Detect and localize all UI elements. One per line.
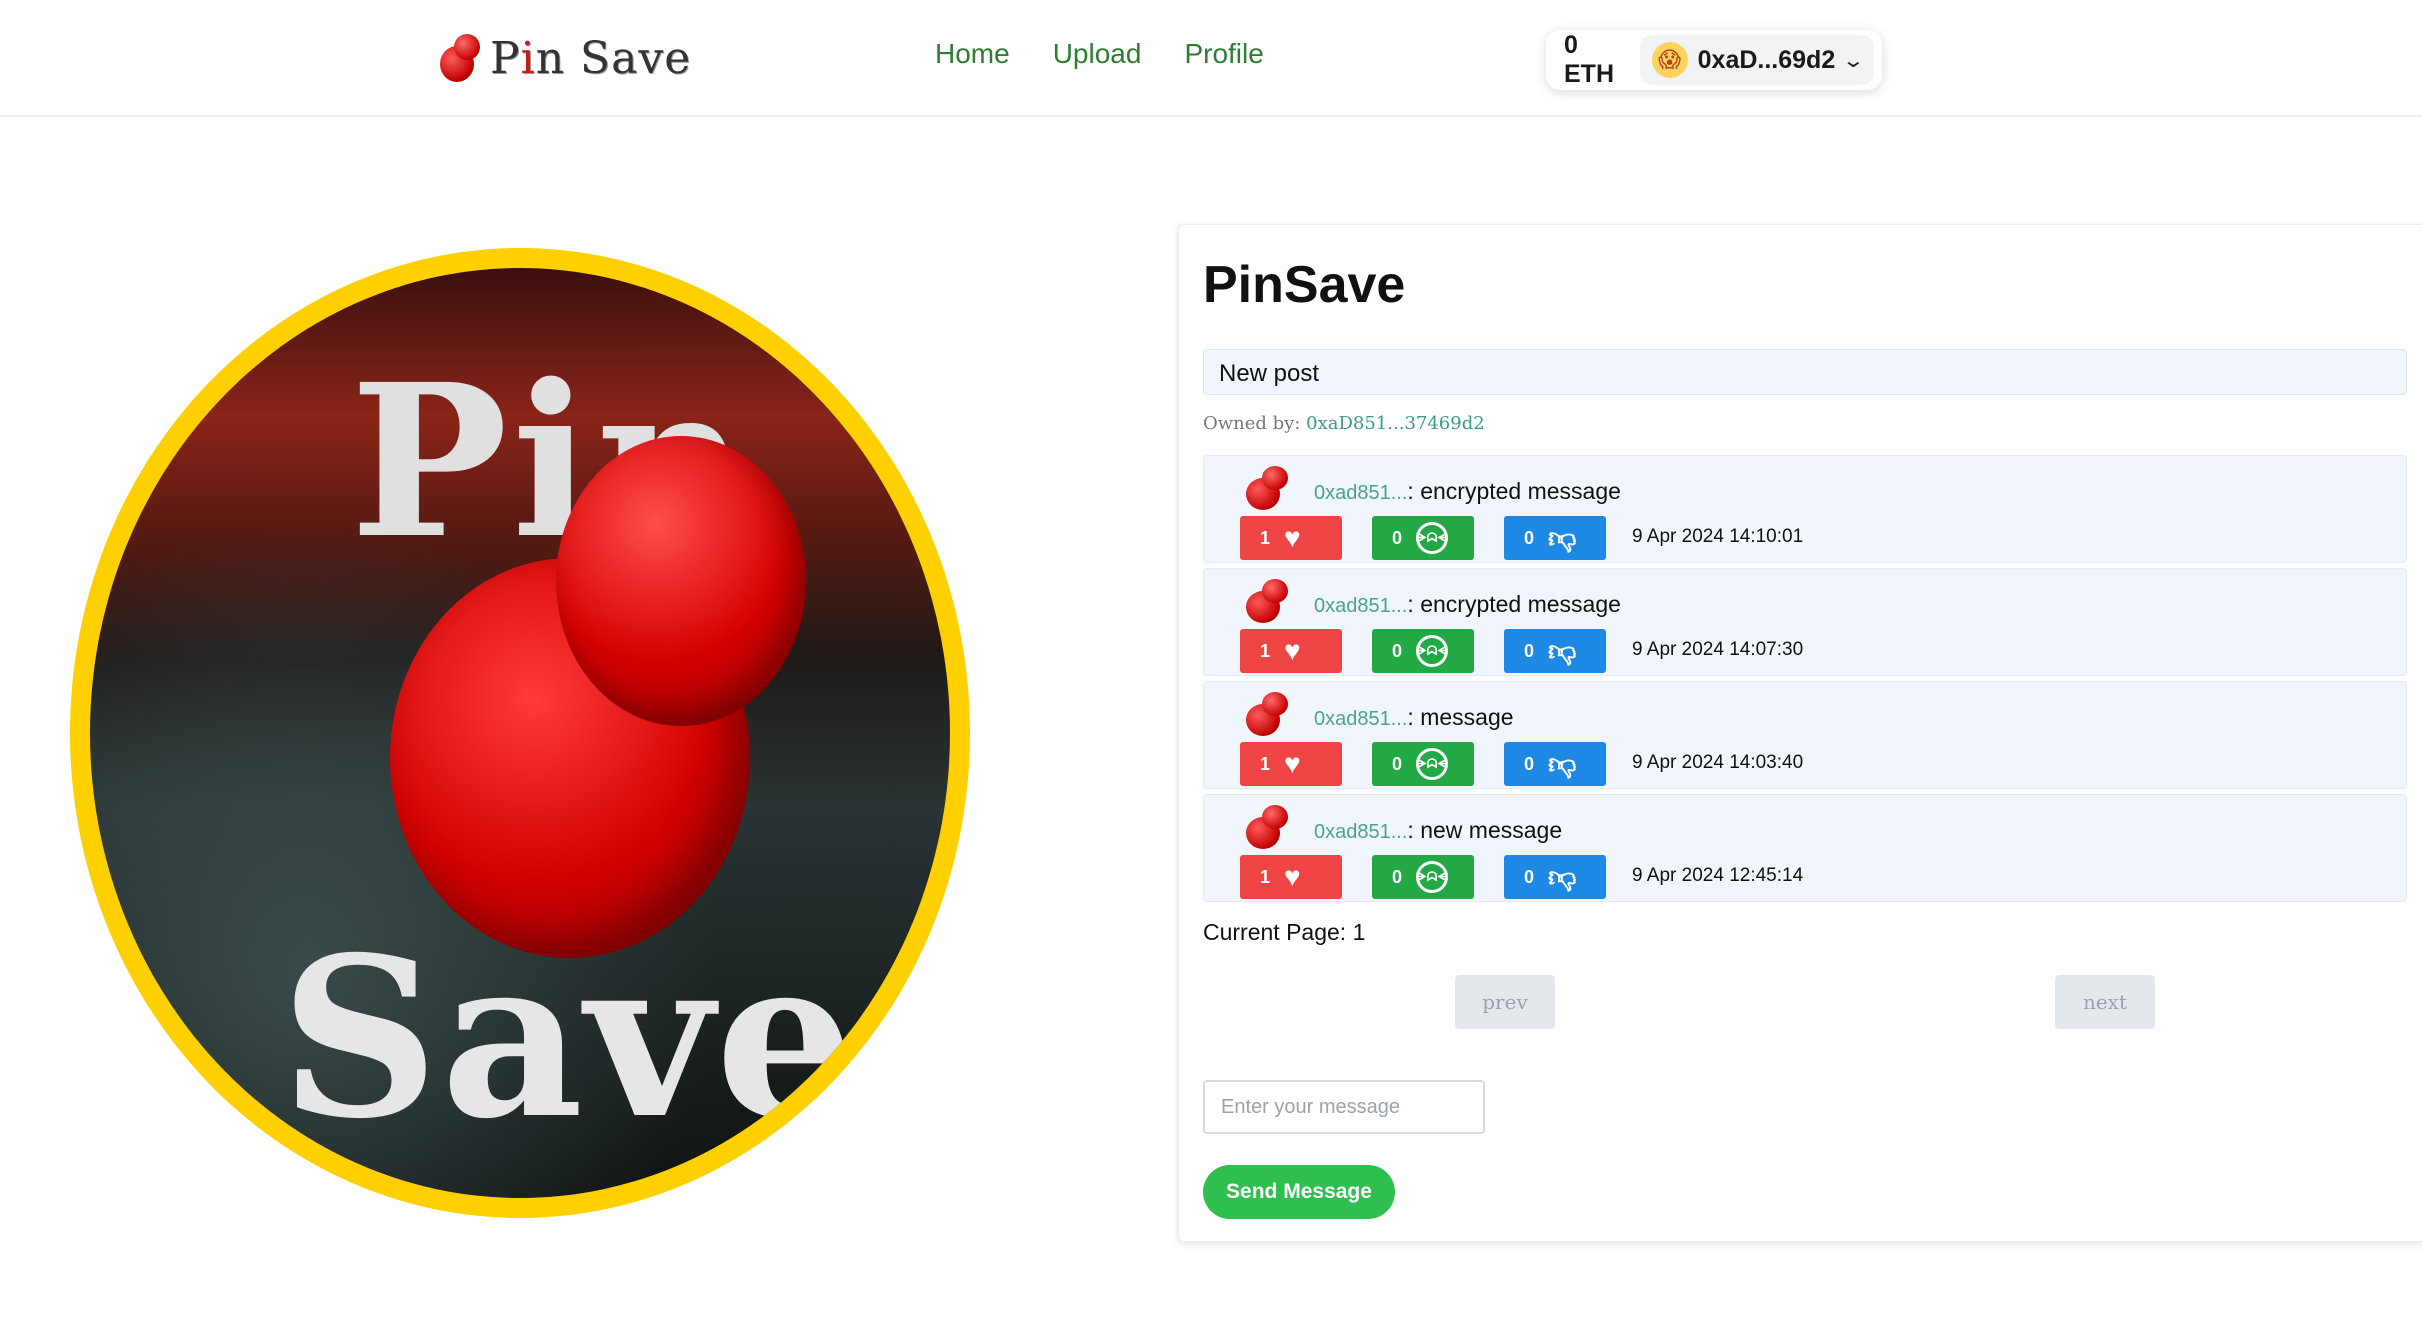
image-text-save: Save [280, 908, 858, 1167]
heart-icon: ♥ [1284, 635, 1301, 666]
wallet-connect-button[interactable]: 0 ETH 😱 0xaD...69d2 ⌄ [1546, 30, 1882, 90]
owner-address-link[interactable]: 0xaD851...37469d2 [1306, 413, 1485, 434]
message-body: : message [1407, 704, 1514, 730]
like-count: 1 [1260, 640, 1271, 661]
post-image: Pin Save [70, 248, 970, 1218]
like-count: 1 [1260, 866, 1271, 887]
image-content: Pin Save [90, 268, 950, 1198]
pushpin-logo-icon [440, 32, 484, 84]
message-item: 0xad851...: new message 1 ♥ 0 ᗒᗣᗕ 0 👎︎ 9 Ap… [1203, 794, 2407, 902]
dislike-count: 0 [1524, 753, 1535, 774]
laugh-button[interactable]: 0 ᗒᗣᗕ [1372, 855, 1474, 899]
pinsave-logo[interactable]: Pin Save [440, 28, 691, 88]
message-sender-link[interactable]: 0xad851... [1314, 595, 1407, 617]
message-sender-link[interactable]: 0xad851... [1314, 708, 1407, 730]
post-owner: Owned by: 0xaD851...37469d2 [1203, 413, 1485, 434]
like-count: 1 [1260, 753, 1271, 774]
message-text: 0xad851...: encrypted message [1314, 591, 1621, 618]
message-item: 0xad851...: encrypted message 1 ♥ 0 ᗒᗣᗕ 0 👎… [1203, 455, 2407, 563]
sender-avatar [1240, 575, 1294, 629]
logo-wordmark: Pin Save [490, 32, 692, 84]
sender-avatar [1240, 801, 1294, 855]
like-button[interactable]: 1 ♥ [1240, 742, 1342, 786]
dislike-button[interactable]: 0 👎︎ [1504, 629, 1606, 673]
heart-icon: ♥ [1284, 861, 1301, 892]
message-item: 0xad851...: message 1 ♥ 0 ᗒᗣᗕ 0 👎︎ 9 Apr 20… [1203, 681, 2407, 789]
post-description: New post [1203, 349, 2407, 395]
dislike-button[interactable]: 0 👎︎ [1504, 742, 1606, 786]
message-text: 0xad851...: message [1314, 704, 1514, 731]
account-avatar-icon: 😱 [1651, 42, 1688, 78]
thumbs-down-icon: 👎︎ [1548, 635, 1577, 666]
message-sender-link[interactable]: 0xad851... [1314, 482, 1407, 504]
message-timestamp: 9 Apr 2024 14:10:01 [1632, 526, 1804, 547]
laugh-button[interactable]: 0 ᗒᗣᗕ [1372, 629, 1474, 673]
message-body: : encrypted message [1407, 478, 1621, 504]
main-nav: Home Upload Profile [935, 38, 1264, 70]
eth-balance: 0 ETH [1564, 31, 1614, 88]
laughing-face-icon: ᗒᗣᗕ [1416, 748, 1449, 780]
current-page-label: Current Page: 1 [1203, 919, 1366, 945]
laughing-face-icon: ᗒᗣᗕ [1416, 522, 1449, 554]
laughing-face-icon: ᗒᗣᗕ [1416, 861, 1449, 893]
message-text: 0xad851...: new message [1314, 817, 1562, 844]
message-timestamp: 9 Apr 2024 14:07:30 [1632, 639, 1804, 660]
dislike-count: 0 [1524, 866, 1535, 887]
next-page-button[interactable]: next [2055, 975, 2155, 1029]
thumbs-down-icon: 👎︎ [1548, 748, 1577, 779]
heart-icon: ♥ [1284, 748, 1301, 779]
sender-avatar [1240, 462, 1294, 516]
laugh-button[interactable]: 0 ᗒᗣᗕ [1372, 742, 1474, 786]
message-text: 0xad851...: encrypted message [1314, 478, 1621, 505]
send-message-button[interactable]: Send Message [1203, 1165, 1395, 1219]
like-count: 1 [1260, 527, 1271, 548]
dislike-count: 0 [1524, 640, 1535, 661]
nav-profile-link[interactable]: Profile [1184, 38, 1263, 70]
laugh-count: 0 [1392, 866, 1403, 887]
owner-label: Owned by: [1203, 413, 1301, 434]
message-timestamp: 9 Apr 2024 14:03:40 [1632, 752, 1804, 773]
laugh-count: 0 [1392, 753, 1403, 774]
message-list: 0xad851...: encrypted message 1 ♥ 0 ᗒᗣᗕ 0 👎… [1203, 455, 2407, 907]
thumbs-down-icon: 👎︎ [1548, 522, 1577, 553]
thumbs-down-icon: 👎︎ [1548, 861, 1577, 892]
dislike-button[interactable]: 0 👎︎ [1504, 855, 1606, 899]
message-body: : new message [1407, 817, 1563, 843]
laughing-face-icon: ᗒᗣᗕ [1416, 635, 1449, 667]
laugh-count: 0 [1392, 640, 1403, 661]
account-button[interactable]: 😱 0xaD...69d2 ⌄ [1639, 35, 1874, 85]
top-navbar: Pin Save Home Upload Profile 0 ETH 😱 0xa… [0, 0, 2422, 117]
like-button[interactable]: 1 ♥ [1240, 629, 1342, 673]
like-button[interactable]: 1 ♥ [1240, 516, 1342, 560]
message-timestamp: 9 Apr 2024 12:45:14 [1632, 865, 1804, 886]
post-title: PinSave [1203, 256, 1406, 314]
message-sender-link[interactable]: 0xad851... [1314, 821, 1407, 843]
account-address: 0xaD...69d2 [1697, 45, 1836, 74]
laugh-count: 0 [1392, 527, 1403, 548]
sender-avatar [1240, 688, 1294, 742]
dislike-count: 0 [1524, 527, 1535, 548]
message-item: 0xad851...: encrypted message 1 ♥ 0 ᗒᗣᗕ 0 👎… [1203, 568, 2407, 676]
chevron-down-icon: ⌄ [1841, 49, 1866, 72]
pushpin-head-small [556, 436, 806, 726]
laugh-button[interactable]: 0 ᗒᗣᗕ [1372, 516, 1474, 560]
nav-upload-link[interactable]: Upload [1053, 38, 1142, 70]
heart-icon: ♥ [1284, 522, 1301, 553]
prev-page-button[interactable]: prev [1455, 975, 1555, 1029]
dislike-button[interactable]: 0 👎︎ [1504, 516, 1606, 560]
message-input[interactable] [1203, 1080, 1485, 1134]
post-detail-card: PinSave New post Owned by: 0xaD851...374… [1178, 224, 2422, 1242]
nav-home-link[interactable]: Home [935, 38, 1010, 70]
like-button[interactable]: 1 ♥ [1240, 855, 1342, 899]
message-body: : encrypted message [1407, 591, 1621, 617]
